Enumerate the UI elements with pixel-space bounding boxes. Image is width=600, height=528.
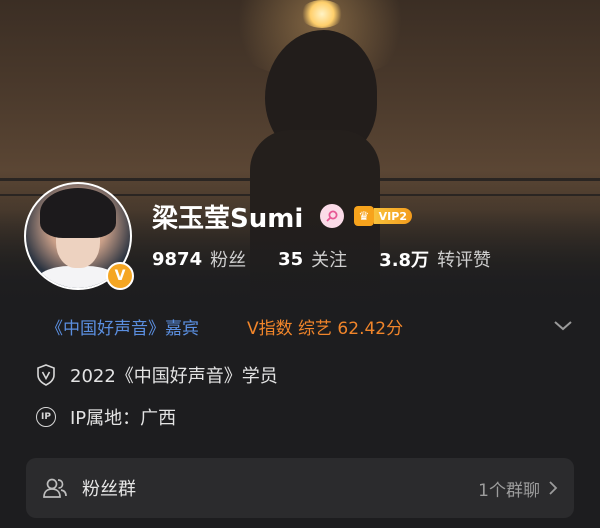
- stat-value: 35: [278, 248, 304, 270]
- fans-group-title: 粉丝群: [82, 479, 136, 500]
- people-icon: [42, 475, 68, 501]
- ip-location-text: IP属地：广西: [70, 408, 177, 429]
- profile-stats: 9874 粉丝 35 关注 3.8万 转评赞: [152, 246, 523, 272]
- profile-name: 梁玉莹Sumi: [152, 204, 304, 234]
- ip-location-row: IP IP属地：广西: [36, 404, 176, 430]
- stat-following[interactable]: 35 关注: [278, 246, 347, 272]
- chevron-down-icon[interactable]: [552, 316, 574, 334]
- fans-group-count: 1个群聊: [478, 458, 558, 518]
- chevron-right-icon: [548, 480, 558, 496]
- verified-badge-icon: V: [106, 262, 134, 290]
- stat-fans[interactable]: 9874 粉丝: [152, 246, 246, 272]
- vip-level: VIP2: [373, 208, 412, 224]
- fans-group-card[interactable]: 粉丝群 1个群聊: [26, 458, 574, 518]
- female-icon: [320, 204, 344, 228]
- identity-row: 2022《中国好声音》学员: [36, 362, 278, 388]
- vip-badge[interactable]: ♛ VIP2: [354, 206, 412, 226]
- stat-label: 关注: [311, 250, 348, 271]
- guest-tag-link[interactable]: 《中国好声音》嘉宾: [46, 314, 199, 339]
- stat-value: 9874: [152, 248, 203, 270]
- stat-label: 粉丝: [210, 250, 247, 271]
- ip-icon: IP: [36, 407, 56, 427]
- shield-v-icon: [36, 364, 56, 386]
- stat-value: 3.8万: [379, 250, 430, 271]
- v-index-tag[interactable]: V指数 综艺 62.42分: [247, 314, 403, 339]
- avatar[interactable]: V: [24, 182, 134, 290]
- sun: [300, 0, 344, 28]
- stat-interactions[interactable]: 3.8万 转评赞: [379, 246, 491, 272]
- identity-text: 2022《中国好声音》学员: [70, 366, 278, 387]
- group-count-text: 1个群聊: [478, 480, 540, 501]
- crown-icon: ♛: [354, 206, 374, 226]
- stat-label: 转评赞: [437, 250, 492, 271]
- profile-tags: 《中国好声音》嘉宾 V指数 综艺 62.42分: [46, 314, 403, 339]
